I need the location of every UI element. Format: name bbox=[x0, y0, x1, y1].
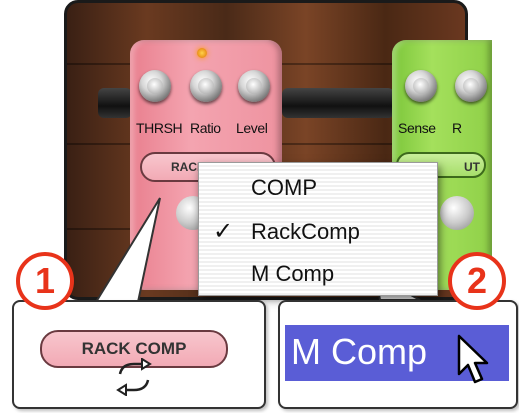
mouse-cursor-icon bbox=[457, 334, 489, 384]
menu-item-rackcomp-label: RackComp bbox=[251, 219, 360, 244]
swap-arrows-icon bbox=[116, 358, 152, 396]
step-2-badge: 2 bbox=[448, 252, 506, 310]
menu-item-rackcomp[interactable]: ✓ RackComp bbox=[199, 213, 437, 251]
checkmark-icon: ✓ bbox=[213, 218, 234, 245]
callout1-pointer bbox=[94, 197, 161, 303]
menu-item-m-comp-label: M Comp bbox=[251, 261, 335, 286]
menu-item-comp[interactable]: COMP bbox=[199, 169, 437, 207]
menu-item-m-comp[interactable]: M Comp bbox=[199, 255, 437, 293]
step-1-badge: 1 bbox=[16, 252, 74, 310]
comp-type-menu[interactable]: COMP ✓ RackComp M Comp bbox=[198, 162, 438, 296]
callout-1: RACK COMP bbox=[12, 300, 266, 409]
highlighted-menu-item-label: M Comp bbox=[291, 331, 428, 372]
menu-item-comp-label: COMP bbox=[251, 175, 317, 200]
